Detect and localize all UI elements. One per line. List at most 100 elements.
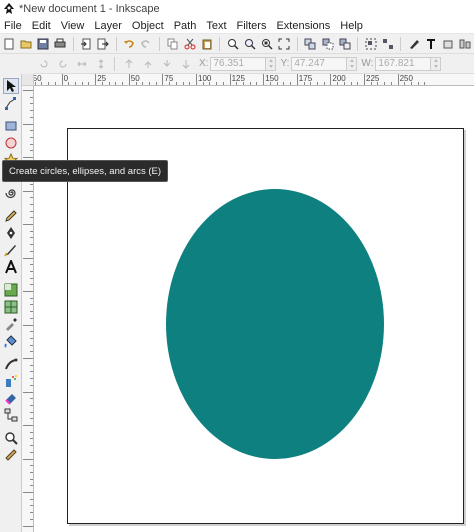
spiral-tool-icon[interactable]: [3, 185, 19, 201]
ruler-tick: [30, 518, 33, 520]
menu-view[interactable]: View: [56, 20, 90, 32]
cut-icon[interactable]: [183, 36, 197, 52]
ruler-tick: [357, 82, 359, 85]
w-input[interactable]: 167.821: [375, 56, 432, 71]
ruler-tick: [30, 404, 33, 406]
save-icon[interactable]: [36, 36, 50, 52]
ruler-tick: [269, 82, 271, 85]
ellipse-object[interactable]: [166, 189, 384, 459]
menu-text[interactable]: Text: [201, 20, 231, 32]
x-field: X: 76.351: [199, 56, 277, 71]
menu-file[interactable]: File: [0, 20, 27, 32]
node-tool-icon[interactable]: [3, 95, 19, 111]
menu-path[interactable]: Path: [169, 20, 202, 32]
ruler-tick: [303, 82, 305, 85]
y-input[interactable]: 47.247: [291, 56, 348, 71]
ruler-tick: [23, 123, 33, 125]
ruler-tick: [95, 74, 97, 85]
flip-horizontal-icon[interactable]: [74, 56, 90, 72]
eraser-tool-icon[interactable]: [3, 390, 19, 406]
commands-bar: [0, 34, 474, 54]
menu-edit[interactable]: Edit: [27, 20, 56, 32]
duplicate-icon[interactable]: [303, 36, 317, 52]
rotate-ccw-icon[interactable]: [36, 56, 52, 72]
print-icon[interactable]: [53, 36, 67, 52]
ruler-tick: [30, 96, 33, 98]
mesh-tool-icon[interactable]: [3, 299, 19, 315]
inkscape-window: *New document 1 - Inkscape File Edit Vie…: [0, 0, 474, 532]
unlink-clone-icon[interactable]: [338, 36, 352, 52]
ruler-tick: [30, 230, 33, 232]
menu-object[interactable]: Object: [127, 20, 169, 32]
lower-icon[interactable]: [159, 56, 175, 72]
ruler-tick: [216, 82, 218, 85]
ruler-tick: [404, 82, 406, 85]
ruler-tick: [384, 82, 386, 85]
ruler-tick: [30, 110, 33, 112]
redo-icon[interactable]: [139, 36, 153, 52]
ruler-tick: [30, 143, 33, 145]
vertical-ruler[interactable]: [22, 86, 34, 532]
ruler-tick: [30, 351, 33, 353]
x-spinner[interactable]: [266, 56, 277, 71]
spray-tool-icon[interactable]: [3, 373, 19, 389]
toolbar-separator: [159, 36, 160, 51]
drawing-canvas[interactable]: [34, 86, 474, 532]
w-spinner[interactable]: [431, 56, 442, 71]
measure-tool-icon[interactable]: [3, 447, 19, 463]
horizontal-ruler[interactable]: -500255075100125150175200225250: [34, 74, 474, 86]
paint-bucket-tool-icon[interactable]: [3, 333, 19, 349]
group-icon[interactable]: [364, 36, 378, 52]
pencil-tool-icon[interactable]: [3, 208, 19, 224]
export-icon[interactable]: [96, 36, 110, 52]
menu-help[interactable]: Help: [335, 20, 368, 32]
selector-tool-icon[interactable]: [3, 78, 19, 94]
ruler-tick: [222, 82, 224, 85]
flip-vertical-icon[interactable]: [93, 56, 109, 72]
ruler-tick: [23, 324, 33, 326]
align-icon[interactable]: [458, 36, 472, 52]
y-spinner[interactable]: [347, 56, 358, 71]
ungroup-icon[interactable]: [381, 36, 395, 52]
lower-to-bottom-icon[interactable]: [178, 56, 194, 72]
ruler-tick: [30, 371, 33, 373]
new-document-icon[interactable]: [2, 36, 16, 52]
dropper-tool-icon[interactable]: [3, 316, 19, 332]
raise-to-top-icon[interactable]: [121, 56, 137, 72]
menu-bar: File Edit View Layer Object Path Text Fi…: [0, 18, 474, 34]
open-icon[interactable]: [19, 36, 33, 52]
zoom-selection-icon[interactable]: [226, 36, 240, 52]
menu-filters[interactable]: Filters: [232, 20, 272, 32]
text-tool-icon[interactable]: [3, 259, 19, 275]
ruler-tick: [30, 498, 33, 500]
zoom-page-icon[interactable]: [260, 36, 274, 52]
calligraphy-tool-icon[interactable]: [3, 242, 19, 258]
menu-extensions[interactable]: Extensions: [271, 20, 335, 32]
text-font-icon[interactable]: [424, 36, 438, 52]
ruler-tick: [30, 284, 33, 286]
ruler-tick: [30, 478, 33, 480]
x-input[interactable]: 76.351: [210, 56, 267, 71]
rotate-cw-icon[interactable]: [55, 56, 71, 72]
zoom-fit-icon[interactable]: [277, 36, 291, 52]
zoom-tool-icon[interactable]: [3, 430, 19, 446]
ruler-tick: [30, 150, 33, 152]
gradient-tool-icon[interactable]: [3, 282, 19, 298]
copy-icon[interactable]: [165, 36, 179, 52]
undo-icon[interactable]: [122, 36, 136, 52]
clone-icon[interactable]: [320, 36, 334, 52]
raise-icon[interactable]: [140, 56, 156, 72]
connector-tool-icon[interactable]: [3, 407, 19, 423]
ruler-tick: [23, 458, 33, 460]
paste-icon[interactable]: [200, 36, 214, 52]
pen-tool-icon[interactable]: [3, 225, 19, 241]
fill-stroke-icon[interactable]: [407, 36, 421, 52]
tooltip: Create circles, ellipses, and arcs (E): [2, 160, 169, 182]
ellipse-tool-icon[interactable]: [3, 135, 19, 151]
tweak-tool-icon[interactable]: [3, 356, 19, 372]
menu-layer[interactable]: Layer: [89, 20, 127, 32]
layers-icon[interactable]: [441, 36, 455, 52]
zoom-drawing-icon[interactable]: [243, 36, 257, 52]
rectangle-tool-icon[interactable]: [3, 118, 19, 134]
import-icon[interactable]: [79, 36, 93, 52]
